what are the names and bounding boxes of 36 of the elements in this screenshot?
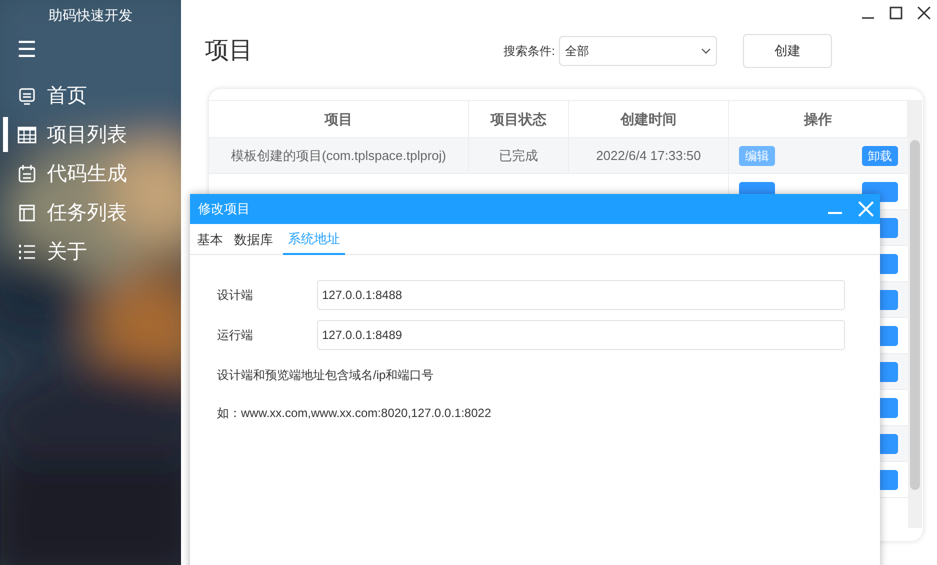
column-header: 创建时间: [620, 110, 676, 128]
home-icon: [17, 86, 37, 106]
table-icon: [17, 124, 37, 144]
scrollbar-thumb[interactable]: [910, 140, 920, 490]
input-field[interactable]: 127.0.0.1:8489: [317, 320, 845, 350]
nav-item[interactable]: 关于: [0, 232, 181, 271]
maximize-icon[interactable]: [889, 6, 903, 20]
dialog-tab[interactable]: 数据库: [233, 224, 274, 255]
nav-item[interactable]: 项目列表: [0, 115, 181, 154]
nav-item[interactable]: 任务列表: [0, 193, 181, 232]
create-button[interactable]: 创建: [743, 34, 832, 68]
app-title: 助码快速开发: [48, 6, 132, 24]
dialog-title: 修改项目: [198, 200, 250, 218]
field-label: 运行端: [217, 327, 254, 344]
search-select[interactable]: 全部: [559, 36, 717, 66]
close-icon[interactable]: [917, 6, 931, 20]
nav-item[interactable]: 首页: [0, 76, 181, 115]
dialog-tab[interactable]: 基本: [196, 224, 224, 255]
calendar-icon: [17, 164, 37, 184]
search-label: 搜索条件:: [504, 43, 555, 60]
table-cell-text: 已完成: [499, 146, 538, 165]
chevron-down-icon: [701, 48, 711, 54]
column-header: 项目: [324, 110, 352, 128]
field-label: 设计端: [217, 287, 254, 304]
column-header: 项目状态: [490, 110, 546, 128]
hint-text: 设计端和预览端地址包含域名/ip和端口号: [217, 367, 434, 384]
column-header: 操作: [804, 110, 832, 128]
nav-item[interactable]: 代码生成: [0, 154, 181, 193]
layout-icon: [17, 202, 37, 222]
hint-text: 如：www.xx.com,www.xx.com:8020,127.0.0.1:8022: [217, 405, 492, 422]
scrollbar[interactable]: [908, 100, 922, 528]
table-cell-text: 2022/6/4 17:33:50: [596, 146, 701, 165]
page-title: 项目: [205, 36, 253, 66]
table-cell-text: 模板创建的项目(com.tplspace.tplproj): [230, 146, 446, 165]
input-field[interactable]: 127.0.0.1:8488: [317, 280, 845, 310]
menu-icon[interactable]: ☰: [17, 39, 37, 61]
